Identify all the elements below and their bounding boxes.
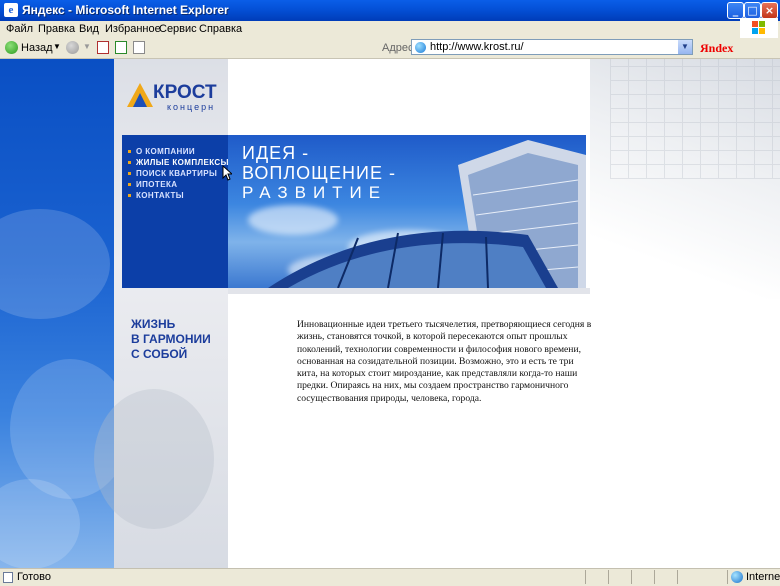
nav-contacts[interactable]: КОНТАКТЫ xyxy=(128,191,184,200)
slogan-line-1: ИДЕЯ - xyxy=(242,143,310,163)
status-text: Готово xyxy=(17,571,51,583)
menu-help[interactable]: Справка xyxy=(199,23,242,35)
mouse-cursor-icon xyxy=(222,165,232,181)
address-input[interactable]: http://www.krost.ru/ xyxy=(430,41,524,53)
site-nav: О КОМПАНИИ ЖИЛЫЕ КОМПЛЕКСЫ ПОИСК КВАРТИР… xyxy=(122,135,228,288)
home-icon[interactable] xyxy=(133,41,145,54)
intro-paragraph: Инновационные идеи третьего тысячелетия,… xyxy=(297,319,592,404)
banner-shadow xyxy=(228,288,590,294)
back-arrow-icon[interactable] xyxy=(5,41,18,54)
web-page: КРОСТ концерн О КОМПАНИИ ЖИЛЫЕ КОМПЛЕКСЫ… xyxy=(0,59,780,568)
tagline: ЖИЗНЬ В ГАРМОНИИ С СОБОЙ xyxy=(131,317,211,361)
ie-icon: e xyxy=(4,3,18,17)
address-dropdown-icon[interactable]: ▼ xyxy=(678,40,692,54)
address-bar[interactable]: http://www.krost.ru/ ▼ xyxy=(411,39,693,55)
internet-zone-icon xyxy=(731,571,743,583)
banner-photo: ИДЕЯ - ВОПЛОЩЕНИЕ - РАЗВИТИЕ xyxy=(228,135,586,288)
security-zone: Internet xyxy=(746,571,780,583)
menu-bar: Файл Правка Вид Избранное Сервис Справка xyxy=(0,21,780,39)
toolbar: Назад ▼ ▼ Адрес: http://www.krost.ru/ ▼ … xyxy=(0,38,780,59)
menu-tools[interactable]: Сервис xyxy=(159,23,197,35)
menu-file[interactable]: Файл xyxy=(6,23,33,35)
nav-mortgage[interactable]: ИПОТЕКА xyxy=(128,180,177,189)
menu-edit[interactable]: Правка xyxy=(38,23,75,35)
page-icon xyxy=(3,572,13,583)
close-button[interactable]: × xyxy=(761,2,778,19)
title-bar[interactable]: e Яндекс - Microsoft Internet Explorer _… xyxy=(0,0,780,21)
refresh-icon[interactable] xyxy=(115,41,127,54)
window-title: Яндекс - Microsoft Internet Explorer xyxy=(22,3,229,17)
back-button[interactable]: Назад xyxy=(21,42,53,58)
nav-residential[interactable]: ЖИЛЫЕ КОМПЛЕКСЫ xyxy=(128,158,229,167)
menu-view[interactable]: Вид xyxy=(79,23,99,35)
stop-icon[interactable] xyxy=(97,41,109,54)
left-decor-panel xyxy=(0,59,114,568)
page-globe-icon xyxy=(415,42,426,53)
forward-dropdown-icon[interactable]: ▼ xyxy=(83,42,91,58)
slogan-line-2: ВОПЛОЩЕНИЕ - xyxy=(242,163,396,183)
krost-logo[interactable]: КРОСТ концерн xyxy=(127,81,227,113)
building-sketch xyxy=(610,59,780,179)
status-bar: Готово Internet xyxy=(0,568,780,586)
nav-about[interactable]: О КОМПАНИИ xyxy=(128,147,195,156)
nav-apartment-search[interactable]: ПОИСК КВАРТИРЫ xyxy=(128,169,217,178)
yandex-button[interactable]: Яndex xyxy=(700,41,733,56)
maximize-button[interactable]: □ xyxy=(744,2,761,19)
forward-arrow-icon[interactable] xyxy=(66,41,79,54)
back-dropdown-icon[interactable]: ▼ xyxy=(53,42,61,58)
menu-favorites[interactable]: Избранное xyxy=(105,23,161,35)
windows-logo-icon xyxy=(740,18,778,38)
minimize-button[interactable]: _ xyxy=(727,2,744,19)
slogan-line-3: РАЗВИТИЕ xyxy=(242,183,388,202)
